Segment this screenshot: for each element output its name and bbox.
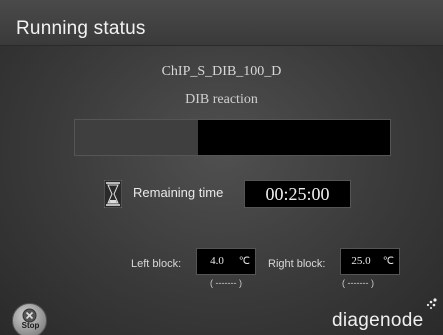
- left-block-temperature: 4.0 ℃: [196, 248, 256, 275]
- running-status-screen: Running status ChIP_S_DIB_100_D DIB reac…: [0, 0, 443, 335]
- right-block-temperature: 25.0 ℃: [340, 248, 400, 275]
- diagenode-logo: diagenode: [332, 310, 424, 331]
- step-name: DIB reaction: [185, 92, 258, 107]
- program-name: ChIP_S_DIB_100_D: [161, 64, 282, 79]
- right-block-unit: ℃: [382, 256, 394, 267]
- progress-bar: [74, 119, 391, 156]
- hourglass-icon: [104, 180, 122, 208]
- right-block-status: ( ------- ): [342, 278, 374, 288]
- right-block-label: Right block:: [268, 258, 326, 270]
- right-block-value: 25.0: [351, 255, 371, 267]
- remaining-time-value: 00:25:00: [244, 180, 351, 208]
- stop-button-label: Stop: [21, 321, 40, 330]
- left-block-label: Left block:: [131, 258, 182, 270]
- page-title: Running status: [16, 18, 146, 39]
- progress-bar-fill: [75, 120, 198, 155]
- left-block-value: 4.0: [210, 255, 224, 267]
- left-block-status: ( ------- ): [210, 278, 242, 288]
- logo-dots-icon: [426, 298, 437, 309]
- left-block-unit: ℃: [238, 256, 250, 267]
- stop-button[interactable]: Stop: [12, 303, 47, 335]
- remaining-time-label: Remaining time: [133, 185, 224, 200]
- header-bar: Running status: [0, 0, 443, 46]
